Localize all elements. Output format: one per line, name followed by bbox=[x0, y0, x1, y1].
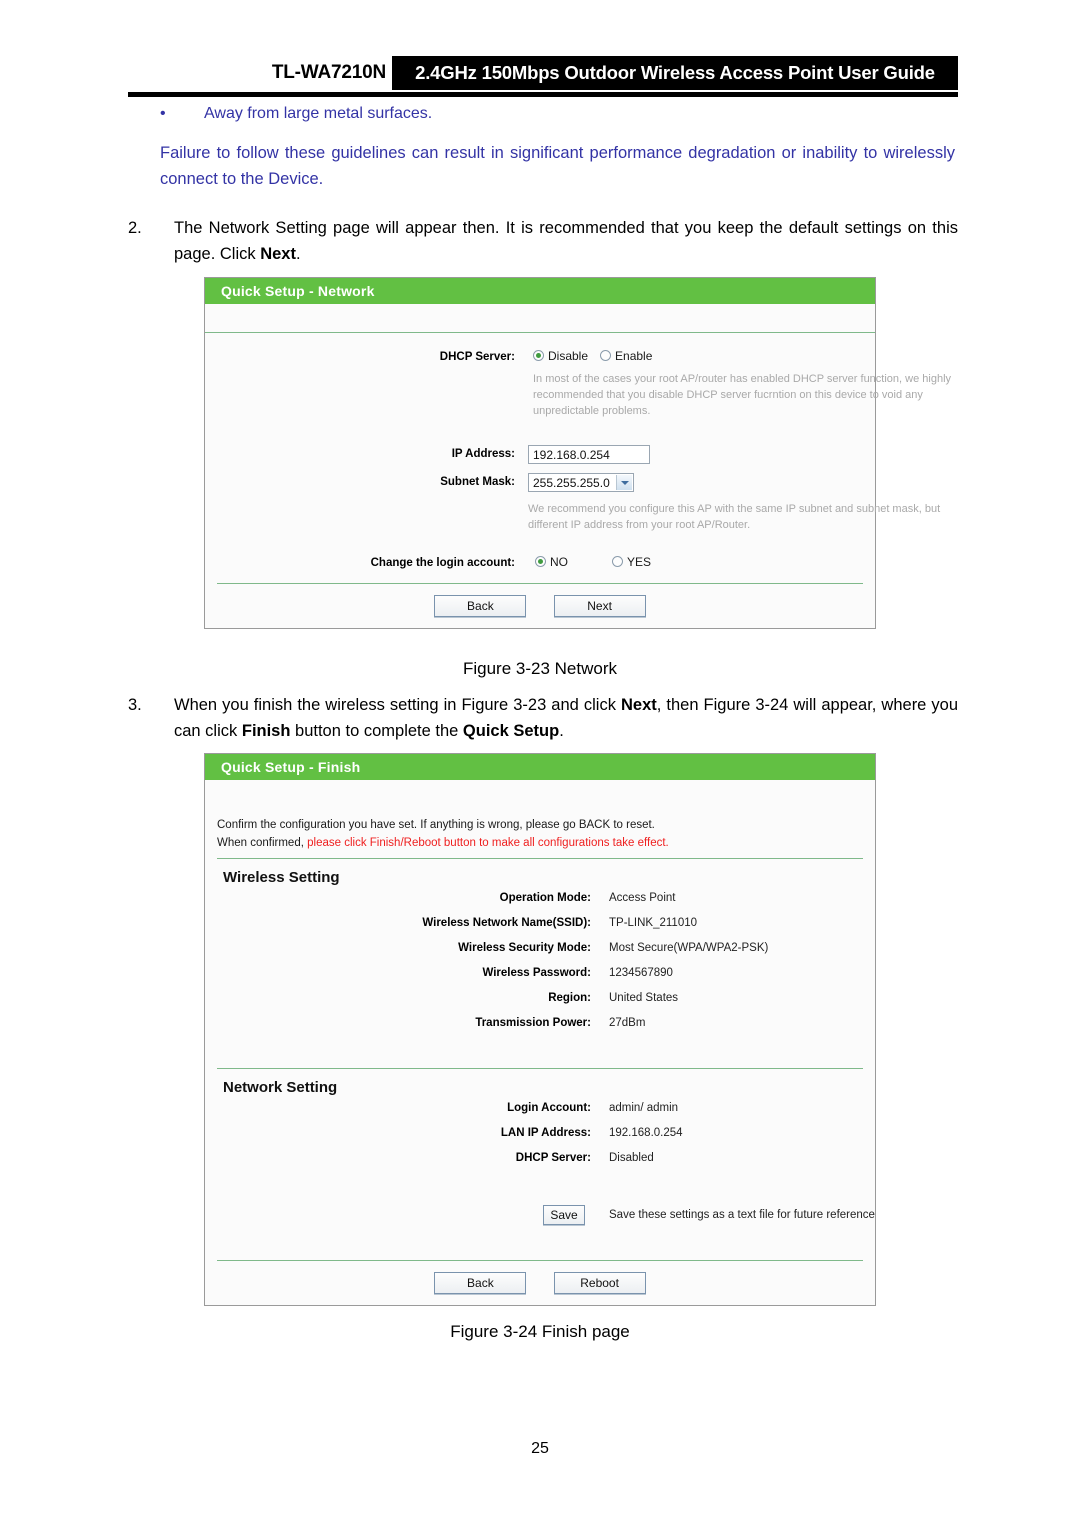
notice-paragraph: Failure to follow these guidelines can r… bbox=[160, 144, 955, 188]
dhcp-enable-label: Enable bbox=[615, 349, 653, 363]
finish-back-button[interactable]: Back bbox=[434, 1272, 527, 1294]
network-row-dhcp-server: DHCP Server: Disabled bbox=[205, 1152, 875, 1177]
subnet-mask-helper-text: We recommend you configure this AP with … bbox=[528, 503, 941, 531]
step-2-number: 2. bbox=[128, 219, 142, 237]
value-transmission-power: 27dBm bbox=[609, 1017, 646, 1029]
wireless-row-region: Region: United States bbox=[205, 992, 875, 1017]
value-region: United States bbox=[609, 992, 679, 1004]
confirm-line-2-prefix: When confirmed, bbox=[217, 837, 308, 849]
network-row-lan-ip: LAN IP Address: 192.168.0.254 bbox=[205, 1127, 875, 1152]
change-login-no-label: NO bbox=[550, 555, 568, 569]
confirm-line-2-red: please click Finish/Reboot button to mak… bbox=[307, 837, 669, 849]
panel-network-spacer bbox=[205, 304, 875, 332]
dhcp-helper-text: In most of the cases your root AP/router… bbox=[533, 373, 952, 417]
dhcp-server-radio-group[interactable]: Disable Enable bbox=[533, 349, 664, 363]
confirm-line-2: When confirmed, please click Finish/Rebo… bbox=[217, 834, 865, 852]
value-lan-ip-address: 192.168.0.254 bbox=[609, 1127, 683, 1139]
change-login-no-radio[interactable] bbox=[535, 556, 546, 567]
key-lan-ip-address: LAN IP Address: bbox=[500, 1127, 591, 1139]
panel-finish-title: Quick Setup - Finish bbox=[205, 754, 875, 780]
bullet-icon: • bbox=[160, 105, 166, 122]
dhcp-server-label: DHCP Server: bbox=[439, 351, 515, 363]
running-header: 2.4GHz 150Mbps Outdoor Wireless Access P… bbox=[128, 56, 958, 97]
panel-finish-footer: Back Reboot bbox=[205, 1261, 875, 1305]
step-3-p3: button to complete the bbox=[290, 722, 463, 740]
wireless-setting-heading: Wireless Setting bbox=[223, 869, 340, 886]
key-ssid: Wireless Network Name(SSID): bbox=[422, 917, 591, 929]
value-security-mode: Most Secure(WPA/WPA2-PSK) bbox=[609, 942, 769, 954]
change-login-yes-radio[interactable] bbox=[612, 556, 623, 567]
wireless-row-ssid: Wireless Network Name(SSID): TP-LINK_211… bbox=[205, 917, 875, 942]
value-login-account: admin/ admin bbox=[609, 1102, 679, 1114]
quick-setup-network-panel: Quick Setup - Network DHCP Server: Disab… bbox=[204, 277, 951, 629]
header-rule bbox=[128, 92, 958, 97]
key-wireless-password: Wireless Password: bbox=[482, 967, 591, 979]
wireless-row-password: Wireless Password: 1234567890 bbox=[205, 967, 875, 992]
step-2-body: The Network Setting page will appear the… bbox=[174, 215, 958, 267]
chevron-down-icon[interactable] bbox=[616, 475, 632, 490]
dhcp-disable-radio[interactable] bbox=[533, 350, 544, 361]
step-3-p1: When you finish the wireless setting in … bbox=[174, 696, 621, 714]
step-3-p4: . bbox=[559, 722, 564, 740]
header-title: 2.4GHz 150Mbps Outdoor Wireless Access P… bbox=[392, 56, 958, 90]
ip-address-label: IP Address: bbox=[451, 448, 515, 460]
subnet-mask-value: 255.255.255.0 bbox=[533, 476, 610, 490]
confirm-block: Confirm the configuration you have set. … bbox=[205, 780, 875, 858]
panel-network-footer: Back Next bbox=[205, 584, 875, 628]
key-login-account: Login Account: bbox=[507, 1102, 591, 1114]
network-next-button[interactable]: Next bbox=[553, 595, 646, 617]
step-3: 3. When you finish the wireless setting … bbox=[128, 692, 958, 744]
step-3-bold-next: Next bbox=[621, 696, 657, 714]
save-button[interactable]: Save bbox=[543, 1205, 585, 1225]
wireless-row-security-mode: Wireless Security Mode: Most Secure(WPA/… bbox=[205, 942, 875, 967]
step-2: 2. The Network Setting page will appear … bbox=[128, 215, 958, 267]
page-number: 25 bbox=[531, 1440, 549, 1457]
network-row-login-account: Login Account: admin/ admin bbox=[205, 1102, 875, 1127]
step-3-body: When you finish the wireless setting in … bbox=[174, 692, 958, 744]
subnet-mask-label: Subnet Mask: bbox=[440, 476, 515, 488]
header-model: TL-WA7210N bbox=[271, 62, 392, 84]
value-dhcp-server: Disabled bbox=[609, 1152, 654, 1164]
value-ssid: TP-LINK_211010 bbox=[609, 917, 698, 929]
wireless-row-transmission-power: Transmission Power: 27dBm bbox=[205, 1017, 875, 1042]
finish-reboot-button[interactable]: Reboot bbox=[553, 1272, 646, 1294]
network-setting-list: Login Account: admin/ admin LAN IP Addre… bbox=[205, 1102, 875, 1177]
wireless-row-operation-mode: Operation Mode: Access Point bbox=[205, 892, 875, 917]
panel-network-title: Quick Setup - Network bbox=[205, 278, 875, 304]
figure-3-23-caption: Figure 3-23 Network bbox=[462, 659, 617, 678]
wireless-setting-list: Operation Mode: Access Point Wireless Ne… bbox=[205, 892, 875, 1042]
key-operation-mode: Operation Mode: bbox=[499, 892, 591, 904]
confirm-line-1: Confirm the configuration you have set. … bbox=[217, 819, 655, 831]
ip-address-input[interactable]: 192.168.0.254 bbox=[528, 445, 650, 464]
network-setting-heading: Network Setting bbox=[223, 1079, 338, 1096]
step-3-number: 3. bbox=[128, 696, 142, 714]
dhcp-enable-radio[interactable] bbox=[600, 350, 612, 361]
change-login-radio-group[interactable]: NO YES bbox=[535, 555, 663, 569]
figure-3-24-caption: Figure 3-24 Finish page bbox=[450, 1322, 630, 1341]
value-wireless-password: 1234567890 bbox=[609, 967, 673, 979]
network-back-button[interactable]: Back bbox=[434, 595, 527, 617]
change-login-account-label: Change the login account: bbox=[370, 557, 515, 569]
save-note-text: Save these settings as a text file for f… bbox=[609, 1209, 875, 1221]
key-security-mode: Wireless Security Mode: bbox=[458, 942, 591, 954]
key-transmission-power: Transmission Power: bbox=[475, 1017, 591, 1029]
quick-setup-finish-panel: Quick Setup - Finish Confirm the configu… bbox=[204, 753, 876, 1306]
subnet-mask-select[interactable]: 255.255.255.0 bbox=[528, 473, 634, 492]
step-2-text-after: . bbox=[295, 245, 301, 263]
step-3-bold-quick-setup: Quick Setup bbox=[462, 722, 560, 740]
step-3-bold-finish: Finish bbox=[241, 722, 291, 740]
save-settings-row: Save Save these settings as a text file … bbox=[205, 1199, 875, 1239]
key-dhcp-server: DHCP Server: bbox=[515, 1152, 591, 1164]
document-page: 2.4GHz 150Mbps Outdoor Wireless Access P… bbox=[0, 0, 1080, 1527]
key-region: Region: bbox=[548, 992, 591, 1004]
notice-bullet-text: Away from large metal surfaces. bbox=[204, 105, 433, 122]
change-login-yes-label: YES bbox=[627, 555, 652, 569]
panel-network-content: DHCP Server: Disable Enable In most of th… bbox=[205, 333, 951, 585]
step-2-bold-next: Next bbox=[260, 245, 296, 263]
value-operation-mode: Access Point bbox=[609, 892, 676, 904]
dhcp-disable-label: Disable bbox=[548, 349, 589, 363]
